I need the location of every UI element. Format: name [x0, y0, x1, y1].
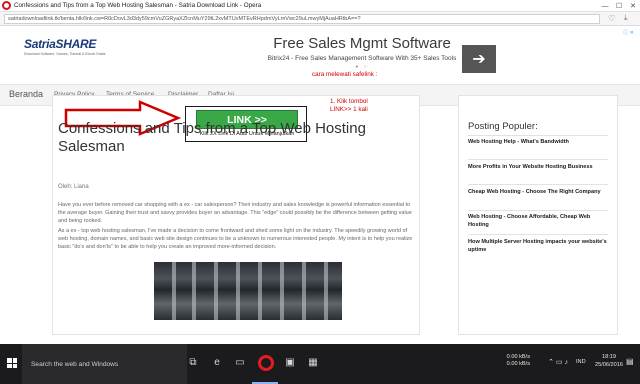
taskbar: Search the web and Windows ⧉ e ▭ ▣ ▦ 0.0… — [0, 344, 640, 384]
clock-date: 25/06/2016 — [595, 362, 623, 368]
sidebar-title: Posting Populer: — [468, 121, 538, 132]
sidebar-popular-post[interactable]: Web Hosting Help - What's Bandwidth — [468, 139, 608, 147]
file-explorer-icon[interactable]: ▭ — [233, 355, 247, 369]
window-titlebar: Confessions and Tips from a Top Web Host… — [0, 0, 640, 12]
sidebar-divider — [468, 210, 608, 211]
download-icon[interactable]: ⤓ — [624, 13, 628, 23]
windows-logo-icon — [7, 358, 17, 368]
taskbar-search[interactable]: Search the web and Windows — [22, 344, 187, 384]
notification-icon[interactable]: ▤ — [626, 357, 636, 366]
language-indicator[interactable]: IND — [576, 359, 594, 365]
safelink-note: cara melewati safelink : — [312, 71, 378, 78]
store-icon[interactable]: ▣ — [283, 355, 297, 369]
post-author: Oleh: Liana — [58, 184, 89, 190]
sidebar-popular-post[interactable]: More Profits in Your Website Hosting Bus… — [468, 164, 608, 172]
maximize-button[interactable]: ☐ — [612, 0, 626, 12]
network-speed: 0.00 kB/s 0.00 kB/s — [504, 354, 530, 368]
start-button[interactable] — [0, 344, 22, 384]
logo-text: SatriaSHARE — [24, 37, 97, 51]
opera-taskbar-icon[interactable] — [258, 355, 274, 371]
sidebar-popular-post[interactable]: Cheap Web Hosting - Choose The Right Com… — [468, 189, 608, 197]
sidebar-divider — [468, 159, 608, 160]
ad-arrow-button[interactable]: ➔ — [462, 45, 496, 73]
ad-subline: Bitrix24 - Free Sales Management Softwar… — [267, 55, 457, 62]
step-note-line2: LINK>> 1 kali — [330, 105, 368, 113]
sidebar-divider — [468, 184, 608, 185]
nav-home[interactable]: Beranda — [9, 89, 43, 99]
pinned-app-icon[interactable]: ▦ — [306, 355, 320, 369]
sidebar-popular-post[interactable]: How Multiple Server Hosting impacts your… — [468, 239, 608, 254]
logo-tagline: Download Software, Games, Tutorial & Ebo… — [24, 52, 106, 56]
post-paragraph: Have you ever before removed car shoppin… — [58, 202, 412, 224]
sidebar-popular-post[interactable]: Web Hosting - Choose Affordable, Cheap W… — [468, 214, 608, 229]
post-paragraph: As a ex - top web hosting salesman, I've… — [58, 228, 413, 250]
tray-icons[interactable]: ⌃ ▭ ♪ — [538, 358, 568, 366]
task-view-icon[interactable]: ⧉ — [186, 355, 200, 369]
post-title: Confessions and Tips from a Top Web Host… — [58, 120, 366, 155]
sidebar-divider — [468, 135, 608, 136]
net-up: 0.00 kB/s — [506, 354, 530, 360]
ad-headline: Free Sales Mgmt Software — [273, 35, 451, 52]
ad-info-icon[interactable]: ⓘ ✕ — [608, 29, 634, 36]
sidebar-divider — [468, 234, 608, 235]
step-note: 1. Klik tombol LINK>> 1 kali — [330, 98, 368, 113]
clock-time: 18:19 — [602, 354, 616, 360]
edge-icon[interactable]: e — [210, 355, 224, 369]
window-title: Confessions and Tips from a Top Web Host… — [14, 2, 262, 9]
address-bar-row: satriadownloadlink.tk/benta.hlk/link.cw=… — [0, 12, 640, 26]
net-down: 0.00 kB/s — [506, 361, 530, 367]
ad-carousel-dots: ● ○ — [355, 64, 369, 70]
site-logo[interactable]: SatriaSHARE Download Software, Games, Tu… — [24, 37, 134, 65]
opera-icon — [2, 1, 11, 10]
address-bar[interactable]: satriadownloadlink.tk/benta.hlk/link.cw=… — [4, 14, 600, 24]
window-controls: — ☐ ✕ — [598, 0, 640, 12]
step-note-line1: 1. Klik tombol — [330, 98, 368, 105]
clock[interactable]: 18:19 25/06/2016 — [594, 353, 624, 369]
server-rack-image — [154, 262, 342, 320]
minimize-button[interactable]: — — [598, 0, 612, 12]
bookmark-heart-icon[interactable]: ♡ — [608, 14, 615, 23]
close-button[interactable]: ✕ — [626, 0, 640, 12]
